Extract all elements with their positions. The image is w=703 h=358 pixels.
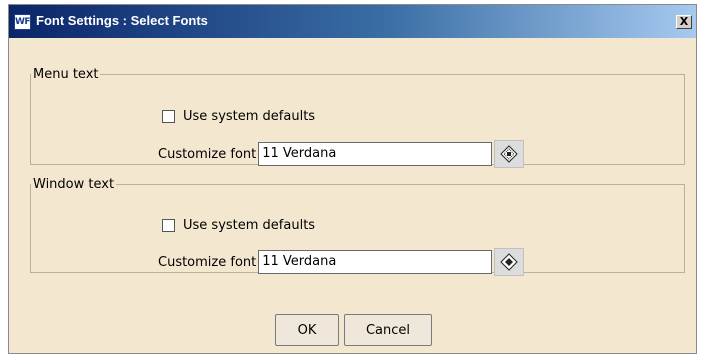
font-settings-dialog: WF Font Settings : Select Fonts X Menu t… [8,4,697,354]
menu-font-picker-button[interactable] [494,140,525,168]
window-text-legend: Window text [33,177,115,192]
window-font-field[interactable]: 11 Verdana [258,250,493,274]
font-picker-icon [500,253,518,271]
window-use-system-defaults-label: Use system defaults [183,217,316,233]
menu-text-legend: Menu text [33,67,99,82]
window-text-group: Window text Use system defaults Customiz… [30,177,685,276]
window-use-system-defaults-checkbox[interactable] [162,218,175,232]
window-customize-font-row: Customize font 11 Verdana [158,248,525,276]
window-customize-font-label: Customize font [158,254,257,270]
title-bar[interactable]: WF Font Settings : Select Fonts X [9,5,696,38]
menu-use-system-defaults-checkbox[interactable] [162,109,175,123]
close-button[interactable]: X [676,15,692,29]
ok-button[interactable]: OK [275,314,339,346]
menu-font-field[interactable]: 11 Verdana [258,142,493,166]
menu-text-group: Menu text Use system defaults Customize … [30,67,685,168]
menu-customize-font-row: Customize font 11 Verdana [158,140,525,168]
app-logo-icon: WF [14,14,31,30]
menu-customize-font-label: Customize font [158,146,257,162]
window-font-picker-button[interactable] [494,248,525,276]
font-picker-icon [500,145,518,163]
cancel-button[interactable]: Cancel [344,314,432,346]
dialog-title: Font Settings : Select Fonts [36,13,208,28]
menu-use-system-defaults-label: Use system defaults [183,108,316,124]
menu-use-system-defaults-option[interactable]: Use system defaults [162,107,315,125]
window-use-system-defaults-option[interactable]: Use system defaults [162,216,315,234]
